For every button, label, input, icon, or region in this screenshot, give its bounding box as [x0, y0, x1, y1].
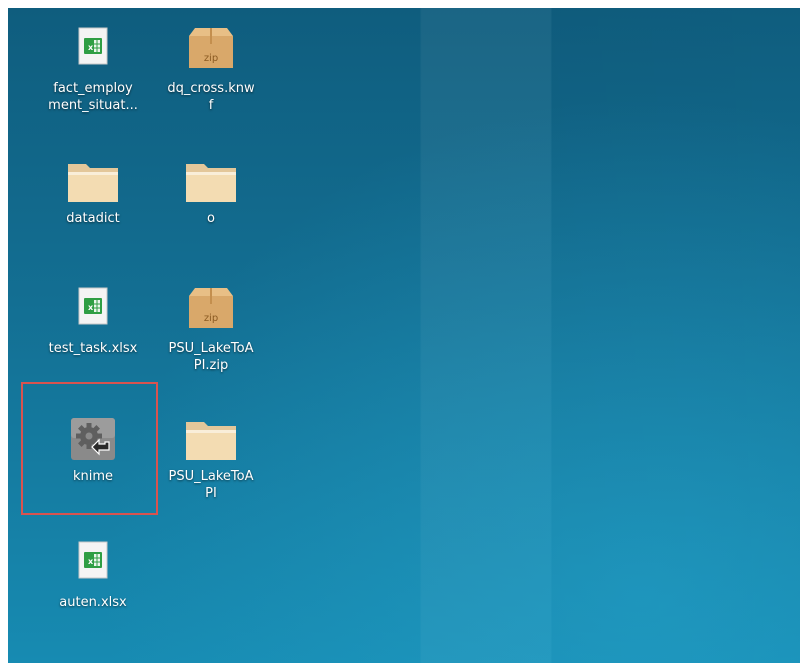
desktop-icon-o[interactable]: o	[152, 158, 270, 227]
icon-label: PSU_LakeToA PI.zip	[168, 341, 254, 373]
icon-label: o	[207, 211, 215, 226]
desktop-icon-psu-laketoapi-zip[interactable]: zip PSU_LakeToA PI.zip	[152, 286, 270, 374]
folder-icon	[186, 422, 236, 460]
svg-text:x: x	[88, 303, 94, 312]
zip-badge: zip	[204, 53, 218, 64]
executable-gear-icon	[71, 418, 115, 460]
zip-archive-icon: zip	[189, 28, 233, 68]
zip-archive-icon: zip	[189, 288, 233, 328]
spreadsheet-icon: x	[78, 541, 108, 579]
svg-text:x: x	[88, 43, 94, 52]
icon-label: dq_cross.knw f	[167, 81, 255, 113]
desktop-icon-test-task[interactable]: x test_task.xlsx	[34, 286, 152, 357]
desktop-icon-datadict[interactable]: datadict	[34, 158, 152, 227]
icon-label: knime	[72, 469, 114, 484]
folder-icon	[68, 164, 118, 202]
zip-badge: zip	[204, 313, 218, 324]
icon-label: test_task.xlsx	[48, 341, 138, 356]
spreadsheet-icon: x	[78, 27, 108, 65]
desktop-icon-knime[interactable]: knime	[34, 416, 152, 485]
icon-label: datadict	[66, 211, 120, 226]
desktop-icon-fact-employment[interactable]: x fact_employ ment_situat...	[34, 26, 152, 114]
icon-label: auten.xlsx	[59, 595, 127, 610]
icon-label: PSU_LakeToA PI	[168, 469, 254, 501]
desktop-icon-auten[interactable]: x auten.xlsx	[34, 540, 152, 611]
spreadsheet-icon: x	[78, 287, 108, 325]
folder-icon	[186, 164, 236, 202]
desktop: x fact_employ ment_situat... zip dq_cross…	[8, 8, 800, 663]
svg-text:x: x	[88, 557, 94, 566]
desktop-icon-psu-laketoapi-folder[interactable]: PSU_LakeToA PI	[152, 416, 270, 502]
icon-label: fact_employ ment_situat...	[48, 81, 138, 113]
desktop-icon-dq-cross[interactable]: zip dq_cross.knw f	[152, 26, 270, 114]
